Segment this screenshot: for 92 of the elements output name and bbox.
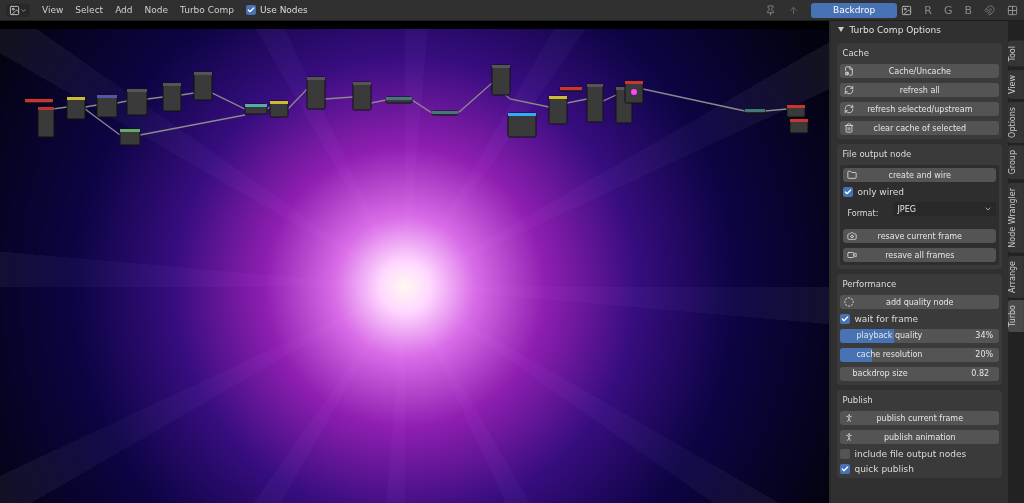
arrow-up-icon[interactable] [787,4,799,16]
magnet-icon[interactable] [984,4,995,16]
person-icon [844,413,855,423]
sidebar-tab[interactable]: Group [1008,145,1024,180]
pin-icon[interactable] [764,4,776,16]
checkbox-label: only wired [857,187,904,197]
section-title: Publish [841,394,874,406]
panel-button[interactable]: Cache/Uncache [840,64,1000,78]
panel-header[interactable]: Turbo Comp Options [835,21,1005,38]
backdrop-button[interactable]: Backdrop [810,2,898,18]
node-box[interactable] [24,98,54,104]
sidebar-tab[interactable]: View [1008,69,1024,99]
slider-label: playback quality [856,331,923,340]
sidebar-tab[interactable]: Arrange [1008,255,1024,298]
panel-button[interactable]: clear cache of selected [840,121,1000,135]
camera-icon [847,231,858,241]
field-value: 0.82 [971,369,990,378]
section-title: File output node [841,148,913,160]
node-box[interactable] [491,64,511,96]
node-box[interactable] [624,80,644,104]
person-icon [844,432,855,442]
folder-icon [847,170,858,180]
node-box[interactable] [66,96,86,120]
panel-button[interactable]: publish current frame [840,411,1000,425]
checkbox-label: wait for frame [854,314,919,324]
panel-button[interactable]: add quality node [840,295,1000,309]
sidebar-tab[interactable]: Tool [1008,41,1024,67]
panel-button[interactable]: resave all frames [843,248,997,262]
checkbox[interactable] [843,187,854,197]
node-box[interactable] [96,94,118,118]
node-box[interactable] [789,118,809,134]
node-box[interactable] [306,76,326,110]
node-box[interactable] [431,110,459,116]
format-dropdown[interactable]: JPEG [893,202,997,216]
channel-toggle[interactable]: G [943,3,953,17]
preview-dot [631,89,637,95]
node-box[interactable] [162,82,182,112]
node-box[interactable] [548,95,568,125]
node-box[interactable] [37,106,55,138]
checkbox-label: quick publish [854,464,914,474]
menu-item[interactable]: Node [144,5,169,15]
node-box[interactable] [244,103,268,115]
node-box[interactable] [507,112,537,138]
sidebar-tab[interactable]: Turbo [1008,300,1024,333]
panel-button[interactable]: create and wire [843,168,997,182]
field-label: backdrop size [852,369,908,378]
panel-button[interactable]: resave current frame [843,229,997,243]
slider-value: 20% [975,350,994,359]
node-box[interactable] [559,86,583,92]
checkbox[interactable] [840,314,851,324]
panel-button[interactable]: refresh selected/upstream [840,102,1000,116]
panel-button[interactable]: refresh all [840,83,1000,97]
cache-icon [844,66,855,76]
node-box[interactable] [126,88,148,116]
refresh-icon [844,104,855,114]
section-title: Cache [841,47,870,59]
number-field[interactable]: backdrop size 0.82 [840,367,1000,381]
node-box[interactable] [269,100,289,118]
menu-item[interactable]: View [42,5,64,15]
checkbox-label: include file output nodes [854,449,967,459]
chevron-down-icon [20,6,27,14]
checkbox[interactable] [840,449,851,459]
menu-item[interactable]: Select [75,5,104,15]
video-camera-icon [847,250,858,260]
dashed-circle-icon [844,297,855,307]
sidebar-tab[interactable]: Node Wrangler [1008,182,1024,253]
grid-icon[interactable] [1007,4,1018,16]
checkbox[interactable] [245,5,256,15]
channel-toggle[interactable]: R [924,3,932,17]
panel-button[interactable]: publish animation [840,430,1000,444]
menu-item[interactable]: Add [115,5,133,15]
refresh-icon [844,85,855,95]
node-box[interactable] [193,71,213,101]
node-box[interactable] [352,81,372,111]
node-box[interactable] [385,96,413,104]
image-icon[interactable] [901,4,913,16]
slider-value: 34% [975,331,994,340]
menu-item[interactable]: Turbo Comp [180,5,234,15]
field-label: Format: [846,208,880,218]
channel-toggle[interactable]: B [964,3,972,17]
node-box[interactable] [744,108,766,114]
editor-type-button[interactable] [6,3,30,17]
checkbox-label: Use Nodes [259,5,308,15]
trash-icon [844,123,855,133]
checkbox[interactable] [840,464,851,474]
chevron-down-icon [984,205,993,213]
node-box[interactable] [586,83,604,123]
sidebar-tab[interactable]: Options [1008,101,1024,143]
node-box[interactable] [119,128,141,146]
node-box[interactable] [786,104,806,118]
slider-field[interactable]: playback quality 34% [840,329,1000,343]
section-title: Performance [841,278,898,290]
